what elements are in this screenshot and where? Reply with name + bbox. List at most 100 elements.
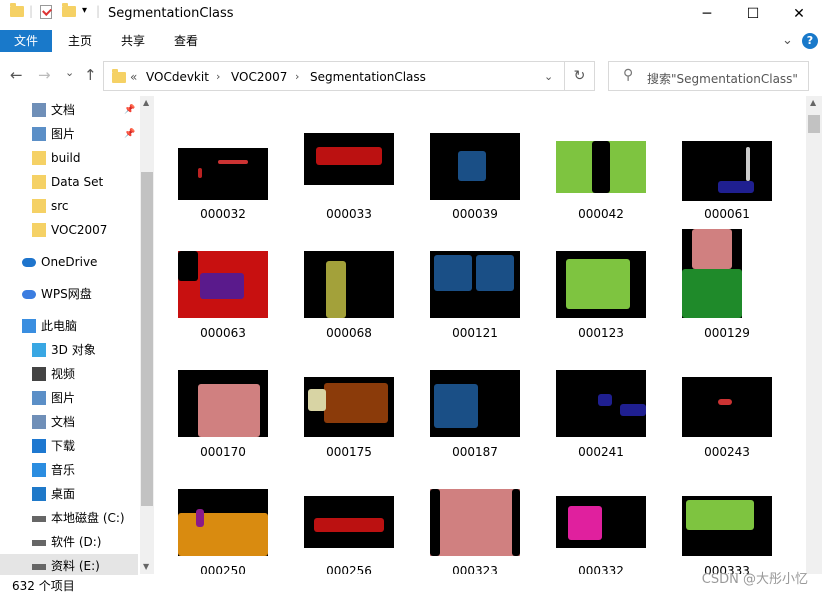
- ribbon-expand-icon[interactable]: ⌄: [782, 33, 793, 48]
- file-name[interactable]: 000032: [160, 207, 288, 221]
- file-name[interactable]: 000250: [160, 564, 288, 574]
- downloads-icon: [32, 439, 46, 453]
- maximize-button[interactable]: ☐: [730, 0, 776, 28]
- nav-item[interactable]: 下载: [0, 434, 138, 458]
- nav-scrollbar-thumb[interactable]: [141, 172, 153, 506]
- file-thumbnail[interactable]: [556, 496, 646, 548]
- file-thumbnail[interactable]: [178, 370, 268, 437]
- file-thumbnail[interactable]: [682, 141, 772, 201]
- file-name[interactable]: 000061: [662, 207, 792, 221]
- documents-icon: [32, 103, 46, 117]
- tab-share[interactable]: 共享: [113, 30, 153, 52]
- properties-icon[interactable]: [40, 5, 52, 19]
- nav-item[interactable]: build: [0, 146, 138, 170]
- file-name[interactable]: 000063: [160, 326, 288, 340]
- nav-item[interactable]: 图片 📌: [0, 122, 138, 146]
- quick-access-dropdown-icon[interactable]: ▾: [82, 5, 87, 16]
- nav-item[interactable]: 软件 (D:): [0, 530, 138, 554]
- file-grid: 000032 000033 000039 000042 000061 000063 0000…: [160, 96, 806, 574]
- close-button[interactable]: ✕: [776, 0, 822, 28]
- nav-item[interactable]: 视频: [0, 362, 138, 386]
- nav-item[interactable]: 此电脑: [0, 314, 138, 338]
- scroll-up-icon[interactable]: ▲: [143, 98, 149, 107]
- nav-item[interactable]: 音乐: [0, 458, 138, 482]
- file-name[interactable]: 000187: [410, 445, 540, 459]
- nav-item-label: src: [51, 199, 69, 213]
- file-thumbnail[interactable]: [430, 489, 520, 556]
- back-button[interactable]: ←: [10, 66, 23, 84]
- segmentation-region: [326, 261, 346, 318]
- scroll-down-icon[interactable]: ▼: [143, 562, 149, 571]
- file-thumbnail[interactable]: [304, 251, 394, 318]
- breadcrumb-vocdevkit[interactable]: VOCdevkit: [146, 70, 209, 84]
- new-folder-icon[interactable]: [62, 3, 76, 17]
- nav-item[interactable]: Data Set: [0, 170, 138, 194]
- file-thumbnail[interactable]: [556, 251, 646, 318]
- minimize-button[interactable]: ─: [684, 0, 730, 28]
- scroll-up-icon[interactable]: ▲: [810, 98, 816, 107]
- nav-item-label: 此电脑: [41, 319, 78, 333]
- nav-item[interactable]: OneDrive: [0, 250, 138, 274]
- file-name[interactable]: 000033: [284, 207, 414, 221]
- file-name[interactable]: 000042: [536, 207, 666, 221]
- breadcrumb-overflow[interactable]: «: [130, 70, 137, 84]
- file-thumbnail[interactable]: [178, 251, 268, 318]
- nav-item-label: 下载: [51, 439, 76, 453]
- file-thumbnail[interactable]: [556, 370, 646, 437]
- nav-item[interactable]: WPS网盘: [0, 282, 138, 306]
- file-thumbnail[interactable]: [304, 496, 394, 548]
- nav-item[interactable]: VOC2007: [0, 218, 138, 242]
- file-thumbnail[interactable]: [304, 133, 394, 185]
- file-name[interactable]: 000175: [284, 445, 414, 459]
- file-name[interactable]: 000243: [662, 445, 792, 459]
- segmentation-region: [308, 389, 326, 411]
- breadcrumb-segmentationclass[interactable]: SegmentationClass: [310, 70, 426, 84]
- recent-locations-button[interactable]: ⌄: [65, 66, 74, 79]
- nav-item[interactable]: 文档 📌: [0, 98, 138, 122]
- help-icon[interactable]: ?: [802, 33, 818, 49]
- file-name[interactable]: 000068: [284, 326, 414, 340]
- file-thumbnail[interactable]: [304, 377, 394, 437]
- file-thumbnail[interactable]: [430, 251, 520, 318]
- nav-item[interactable]: 文档: [0, 410, 138, 434]
- breadcrumb-voc2007[interactable]: VOC2007: [231, 70, 287, 84]
- file-name[interactable]: 000323: [410, 564, 540, 574]
- file-name[interactable]: 000170: [160, 445, 288, 459]
- nav-item-label: OneDrive: [41, 255, 98, 269]
- content-scrollbar-thumb[interactable]: [808, 115, 820, 133]
- file-thumbnail[interactable]: [178, 489, 268, 556]
- up-button[interactable]: ↑: [84, 66, 97, 84]
- segmentation-region: [512, 489, 520, 556]
- file-thumbnail[interactable]: [556, 141, 646, 193]
- file-thumbnail[interactable]: [682, 377, 772, 437]
- file-thumbnail[interactable]: [430, 370, 520, 437]
- file-name[interactable]: 000121: [410, 326, 540, 340]
- nav-item[interactable]: 3D 对象: [0, 338, 138, 362]
- folder-icon: [10, 3, 24, 17]
- documents-icon: [32, 415, 46, 429]
- address-dropdown-icon[interactable]: ⌄: [544, 70, 553, 83]
- pictures-icon: [32, 127, 46, 141]
- file-thumbnail[interactable]: [682, 229, 742, 318]
- nav-item[interactable]: 桌面: [0, 482, 138, 506]
- file-name[interactable]: 000241: [536, 445, 666, 459]
- tab-view[interactable]: 查看: [166, 30, 206, 52]
- address-bar[interactable]: « VOCdevkit › VOC2007 › SegmentationClas…: [103, 61, 565, 91]
- file-name[interactable]: 000256: [284, 564, 414, 574]
- file-thumbnail[interactable]: [178, 148, 268, 200]
- file-name[interactable]: 000129: [662, 326, 792, 340]
- file-thumbnail[interactable]: [430, 133, 520, 200]
- forward-button[interactable]: →: [38, 66, 51, 84]
- nav-item[interactable]: 本地磁盘 (C:): [0, 506, 138, 530]
- content-scrollbar[interactable]: ▲: [806, 96, 822, 574]
- tab-file[interactable]: 文件: [0, 30, 52, 52]
- file-name[interactable]: 000123: [536, 326, 666, 340]
- tab-home[interactable]: 主页: [60, 30, 100, 52]
- file-name[interactable]: 000332: [536, 564, 666, 574]
- nav-item[interactable]: 图片: [0, 386, 138, 410]
- search-input[interactable]: ⚲ 搜索"SegmentationClass": [608, 61, 809, 91]
- file-thumbnail[interactable]: [682, 496, 772, 556]
- file-name[interactable]: 000039: [410, 207, 540, 221]
- nav-item[interactable]: src: [0, 194, 138, 218]
- refresh-button[interactable]: ↻: [565, 61, 595, 91]
